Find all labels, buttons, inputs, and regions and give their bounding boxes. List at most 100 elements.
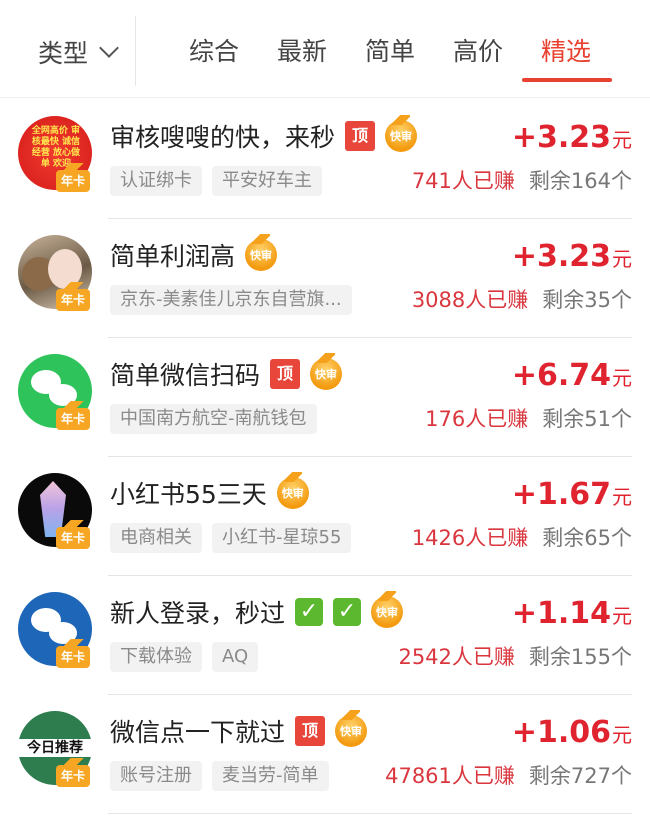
reward-sign: + <box>511 596 537 631</box>
fast-review-badge: 快审 <box>276 472 309 509</box>
chevron-down-icon <box>99 38 119 58</box>
reward-amount: + 3.23 元 <box>512 120 632 155</box>
reward-value: 1.14 <box>536 596 611 631</box>
tab-comprehensive[interactable]: 综合 <box>170 30 258 74</box>
remaining-count: 剩余155个 <box>528 645 632 669</box>
remaining-count: 剩余35个 <box>542 288 632 312</box>
filter-bar: 类型 综合 最新 简单 高价 精选 <box>0 0 650 100</box>
reward-unit: 元 <box>612 247 632 271</box>
earned-count: 2542人已赚 <box>398 640 514 674</box>
earned-number: 176 <box>425 407 466 431</box>
earned-number: 1426 <box>411 526 466 550</box>
year-card-badge: 年卡 <box>56 639 90 668</box>
tab-high-price[interactable]: 高价 <box>434 30 522 74</box>
reward-sign: + <box>511 120 537 155</box>
tab-bar: 综合 最新 简单 高价 精选 <box>170 30 610 74</box>
tab-latest[interactable]: 最新 <box>258 30 346 74</box>
earned-suffix: 人已赚 <box>465 526 529 550</box>
earned-count: 3088人已赚 <box>412 283 528 317</box>
task-title: 简单微信扫码 <box>110 361 261 390</box>
earned-suffix: 人已赚 <box>465 407 529 431</box>
remaining-count: 剩余65个 <box>542 526 632 550</box>
fast-review-badge: 快审 <box>371 591 404 628</box>
earned-count: 1426人已赚 <box>412 521 528 555</box>
task-title: 新人登录，秒过 <box>110 599 286 628</box>
avatar-text: 今日推荐 <box>18 739 92 757</box>
remaining-count: 剩余727个 <box>528 764 632 788</box>
list-item[interactable]: 年卡 简单利润高 快审 + 3.23 元 京东-美素佳儿京东自营旗... 308… <box>0 219 650 338</box>
category-chip: 平安好车主 <box>212 166 322 196</box>
task-title: 简单利润高 <box>110 242 236 271</box>
fast-review-badge: 快审 <box>335 710 368 747</box>
reward-amount: + 1.67 元 <box>512 477 632 512</box>
top-tag: 顶 <box>270 359 301 389</box>
divider <box>135 16 136 86</box>
category-chip: 小红书-星琼55 <box>212 523 352 553</box>
top-tag: 顶 <box>345 121 376 151</box>
reward-amount: + 1.14 元 <box>512 596 632 631</box>
year-card-badge: 年卡 <box>56 282 90 311</box>
year-card-badge: 年卡 <box>56 520 90 549</box>
task-list: 全网高价 审核最快 诚信经营 放心做单 欢迎 年卡 审核嗖嗖的快，来秒 顶 快审… <box>0 100 650 814</box>
earned-number: 47861 <box>385 764 452 788</box>
reward-value: 1.06 <box>536 715 611 750</box>
tab-simple[interactable]: 简单 <box>346 30 434 74</box>
row-divider <box>108 813 632 814</box>
reward-unit: 元 <box>612 723 632 747</box>
top-tag: 顶 <box>295 716 326 746</box>
category-chip: 账号注册 <box>110 761 202 791</box>
reward-value: 1.67 <box>536 477 611 512</box>
list-item[interactable]: 全网高价 审核最快 诚信经营 放心做单 欢迎 年卡 审核嗖嗖的快，来秒 顶 快审… <box>0 100 650 219</box>
avatar-band-top <box>18 711 92 739</box>
task-title: 微信点一下就过 <box>110 718 286 747</box>
reward-amount: + 1.06 元 <box>512 715 632 750</box>
year-card-badge: 年卡 <box>56 163 90 192</box>
reward-unit: 元 <box>612 366 632 390</box>
active-tab-indicator <box>522 78 612 82</box>
reward-amount: + 6.74 元 <box>512 358 632 393</box>
year-card-badge: 年卡 <box>56 758 90 787</box>
reward-value: 3.23 <box>536 239 611 274</box>
reward-value: 3.23 <box>536 120 611 155</box>
earned-number: 2542 <box>398 645 452 669</box>
list-item[interactable]: 今日推荐 年卡 微信点一下就过 顶 快审 + 1.06 元 账号注册 麦当劳-简… <box>0 695 650 814</box>
reward-unit: 元 <box>612 485 632 509</box>
earned-suffix: 人已赚 <box>465 288 529 312</box>
category-chip: 电商相关 <box>110 523 202 553</box>
reward-sign: + <box>511 715 537 750</box>
earned-count: 741人已赚 <box>412 164 515 198</box>
reward-sign: + <box>511 239 537 274</box>
reward-amount: + 3.23 元 <box>512 239 632 274</box>
type-dropdown[interactable]: 类型 <box>38 30 119 74</box>
tab-featured[interactable]: 精选 <box>522 30 610 74</box>
list-item[interactable]: 年卡 小红书55三天 快审 + 1.67 元 电商相关 小红书-星琼55 142… <box>0 457 650 576</box>
task-title: 审核嗖嗖的快，来秒 <box>110 123 336 152</box>
earned-number: 3088 <box>411 288 466 312</box>
earned-number: 741 <box>411 169 452 193</box>
earned-count: 47861人已赚 <box>385 759 515 793</box>
check-mark-icon: ✓ <box>333 598 362 626</box>
category-chip: AQ <box>212 642 259 672</box>
earned-suffix: 人已赚 <box>451 764 515 788</box>
year-card-badge: 年卡 <box>56 401 90 430</box>
earned-suffix: 人已赚 <box>451 169 515 193</box>
category-chip: 京东-美素佳儿京东自营旗... <box>110 285 352 315</box>
reward-unit: 元 <box>612 604 632 628</box>
reward-value: 6.74 <box>536 358 611 393</box>
list-item[interactable]: 年卡 简单微信扫码 顶 快审 + 6.74 元 中国南方航空-南航钱包 176人… <box>0 338 650 457</box>
fast-review-badge: 快审 <box>385 115 418 152</box>
category-chip: 认证绑卡 <box>110 166 202 196</box>
category-chip: 下载体验 <box>110 642 202 672</box>
remaining-count: 剩余51个 <box>542 407 632 431</box>
reward-sign: + <box>511 477 537 512</box>
reward-unit: 元 <box>612 128 632 152</box>
category-chip: 中国南方航空-南航钱包 <box>110 404 317 434</box>
fast-review-badge: 快审 <box>310 353 343 390</box>
list-item[interactable]: 年卡 新人登录，秒过 ✓ ✓ 快审 + 1.14 元 下载体验 AQ 2542人… <box>0 576 650 695</box>
remaining-count: 剩余164个 <box>528 169 632 193</box>
header-divider <box>0 97 650 98</box>
reward-sign: + <box>511 358 537 393</box>
task-title: 小红书55三天 <box>110 480 267 509</box>
fast-review-badge: 快审 <box>245 234 278 271</box>
earned-suffix: 人已赚 <box>451 645 515 669</box>
